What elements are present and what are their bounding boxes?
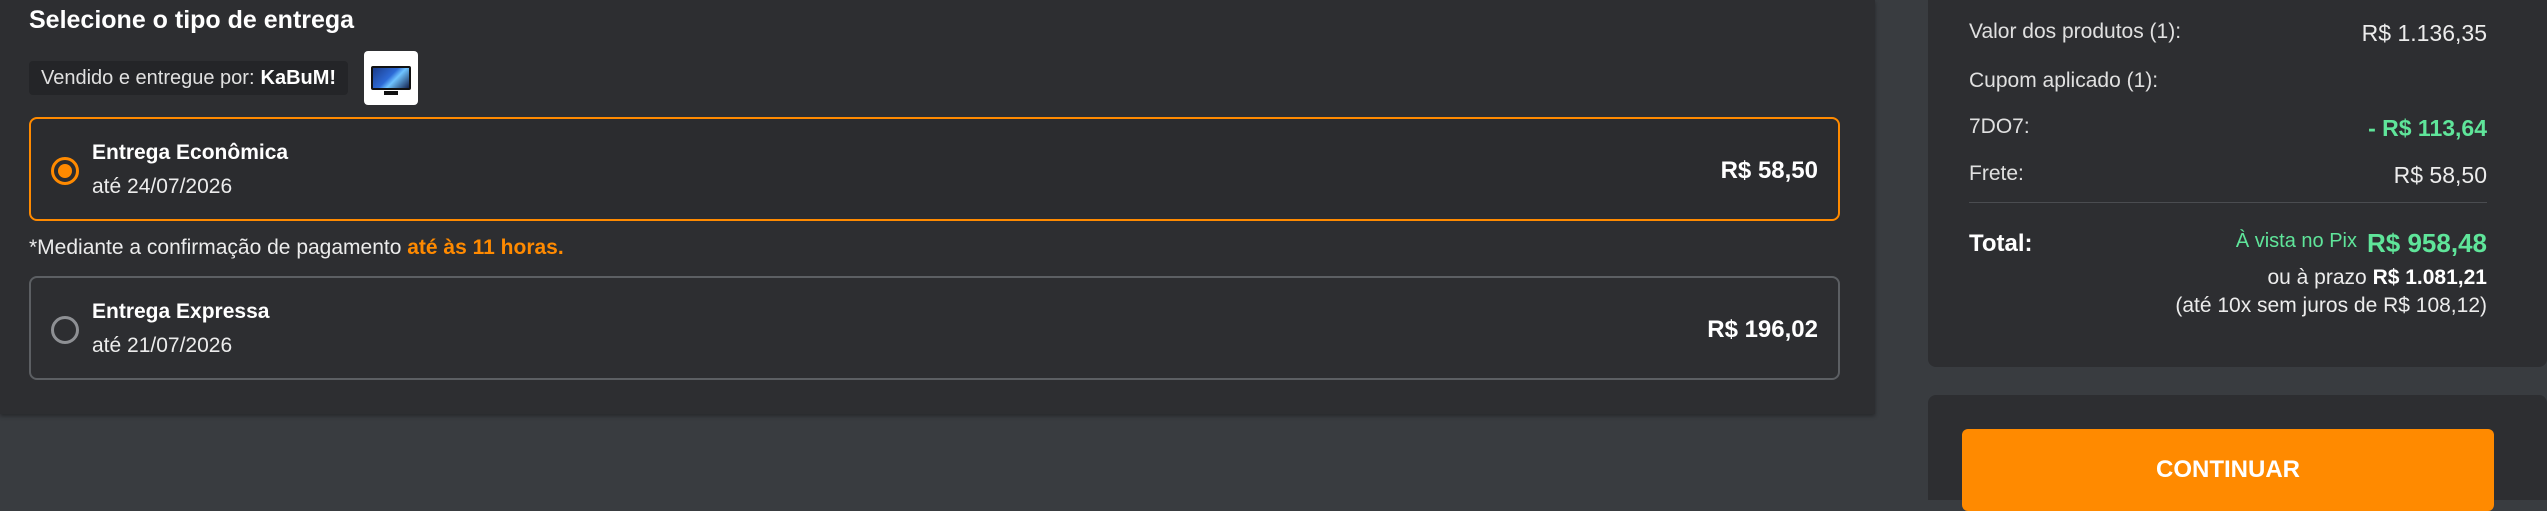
monitor-stand	[384, 91, 399, 95]
monitor-image-icon	[371, 66, 412, 90]
continue-button[interactable]: CONTINUAR	[1962, 429, 2494, 511]
installment-prefix: ou à prazo	[2267, 266, 2367, 289]
shipping-label: Frete:	[1969, 162, 2024, 185]
option-title: Entrega Econômica	[92, 141, 289, 164]
delivery-title: Selecione o tipo de entrega	[29, 6, 355, 34]
option-title: Entrega Expressa	[92, 300, 270, 323]
option-price: R$ 196,02	[1707, 316, 1818, 343]
shipping-value: R$ 58,50	[2393, 162, 2487, 188]
delivery-option-expressa[interactable]: Entrega Expressa até 21/07/2026 R$ 196,0…	[29, 276, 1840, 380]
coupon-label: Cupom aplicado (1):	[1969, 69, 2159, 92]
coupon-code: 7DO7:	[1969, 115, 2030, 138]
total-label: Total:	[1969, 230, 2033, 257]
seller-row: Vendido e entregue por: KaBuM!	[29, 51, 419, 105]
installment-value: R$ 1.081,21	[2372, 266, 2487, 289]
products-row: Valor dos produtos (1): R$ 1.136,35	[1969, 20, 2487, 46]
installment-total: ou à prazo R$ 1.081,21	[2267, 266, 2487, 290]
seller-info: Vendido e entregue por: KaBuM!	[29, 61, 349, 95]
installment-detail: (até 10x sem juros de R$ 108,12)	[2175, 294, 2487, 317]
coupon-discount: - R$ 113,64	[2368, 115, 2487, 141]
radio-unselected-icon[interactable]	[51, 316, 79, 344]
option-price: R$ 58,50	[1720, 157, 1818, 184]
products-value: R$ 1.136,35	[2361, 20, 2487, 46]
option-date: até 21/07/2026	[92, 334, 233, 357]
coupon-code-row: 7DO7: - R$ 113,64	[1969, 115, 2487, 141]
option-date: até 24/07/2026	[92, 175, 233, 198]
radio-selected-icon[interactable]	[51, 157, 79, 185]
delivery-panel: Selecione o tipo de entrega Vendido e en…	[0, 0, 1875, 414]
shipping-row: Frete: R$ 58,50	[1969, 162, 2487, 188]
coupon-row: Cupom aplicado (1):	[1969, 69, 2487, 93]
pix-label: À vista no Pix	[2235, 230, 2357, 252]
summary-divider	[1969, 202, 2487, 203]
product-thumbnail[interactable]	[364, 51, 419, 105]
seller-prefix: Vendido e entregue por:	[41, 66, 255, 89]
pix-total: R$ 958,48	[2367, 228, 2487, 258]
payment-note: *Mediante a confirmação de pagamento até…	[29, 236, 564, 260]
order-summary: Valor dos produtos (1): R$ 1.136,35 Cupo…	[1928, 0, 2547, 367]
note-text: *Mediante a confirmação de pagamento	[29, 236, 402, 259]
seller-name: KaBuM!	[260, 66, 337, 89]
note-highlight: até às 11 horas.	[407, 236, 564, 259]
products-label: Valor dos produtos (1):	[1969, 20, 2182, 43]
delivery-option-economica[interactable]: Entrega Econômica até 24/07/2026 R$ 58,5…	[29, 117, 1840, 221]
